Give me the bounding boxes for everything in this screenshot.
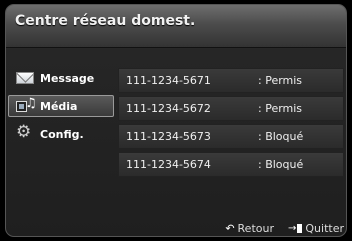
gear-icon: ⚙ — [16, 122, 32, 142]
exit-button[interactable]: → Quitter — [288, 222, 344, 235]
status-label: : Bloqué — [258, 158, 304, 171]
sidebar-item-media[interactable]: ♫ Média — [8, 95, 114, 117]
status-label: : Bloqué — [258, 130, 304, 143]
sidebar-item-label: Config. — [40, 127, 84, 141]
phone-number: 111-1234-5671 — [126, 74, 211, 87]
screen: Centre réseau domest. Message ♫ Média ⚙ … — [0, 0, 352, 241]
phone-number: 111-1234-5673 — [126, 130, 211, 143]
phone-number: 111-1234-5674 — [126, 158, 211, 171]
footer: ↶ Retour → Quitter — [225, 222, 344, 235]
list-item[interactable]: 111-1234-5672 : Permis — [118, 96, 344, 121]
home-network-center-panel: Centre réseau domest. Message ♫ Média ⚙ … — [5, 4, 347, 237]
phone-number: 111-1234-5672 — [126, 102, 211, 115]
exit-icon: → — [288, 223, 303, 234]
return-button[interactable]: ↶ Retour — [225, 222, 274, 235]
list-item[interactable]: 111-1234-5673 : Bloqué — [118, 124, 344, 149]
envelope-icon — [16, 71, 36, 85]
sidebar-item-message[interactable]: Message — [8, 67, 114, 89]
sidebar-item-label: Message — [40, 71, 95, 85]
return-icon: ↶ — [225, 222, 235, 235]
sidebar: Message ♫ Média ⚙ Config. — [8, 67, 114, 151]
sidebar-item-config[interactable]: ⚙ Config. — [8, 123, 114, 145]
page-title: Centre réseau domest. — [15, 13, 196, 29]
status-label: : Permis — [258, 102, 303, 115]
list-item[interactable]: 111-1234-5671 : Permis — [118, 68, 344, 93]
return-label: Retour — [237, 222, 274, 235]
media-icon: ♫ — [16, 97, 37, 113]
status-label: : Permis — [258, 74, 303, 87]
list-item[interactable]: 111-1234-5674 : Bloqué — [118, 152, 344, 177]
title-bar: Centre réseau domest. — [6, 5, 346, 48]
number-list: 111-1234-5671 : Permis 111-1234-5672 : P… — [118, 68, 344, 180]
exit-label: Quitter — [305, 222, 344, 235]
sidebar-item-label: Média — [40, 99, 78, 113]
